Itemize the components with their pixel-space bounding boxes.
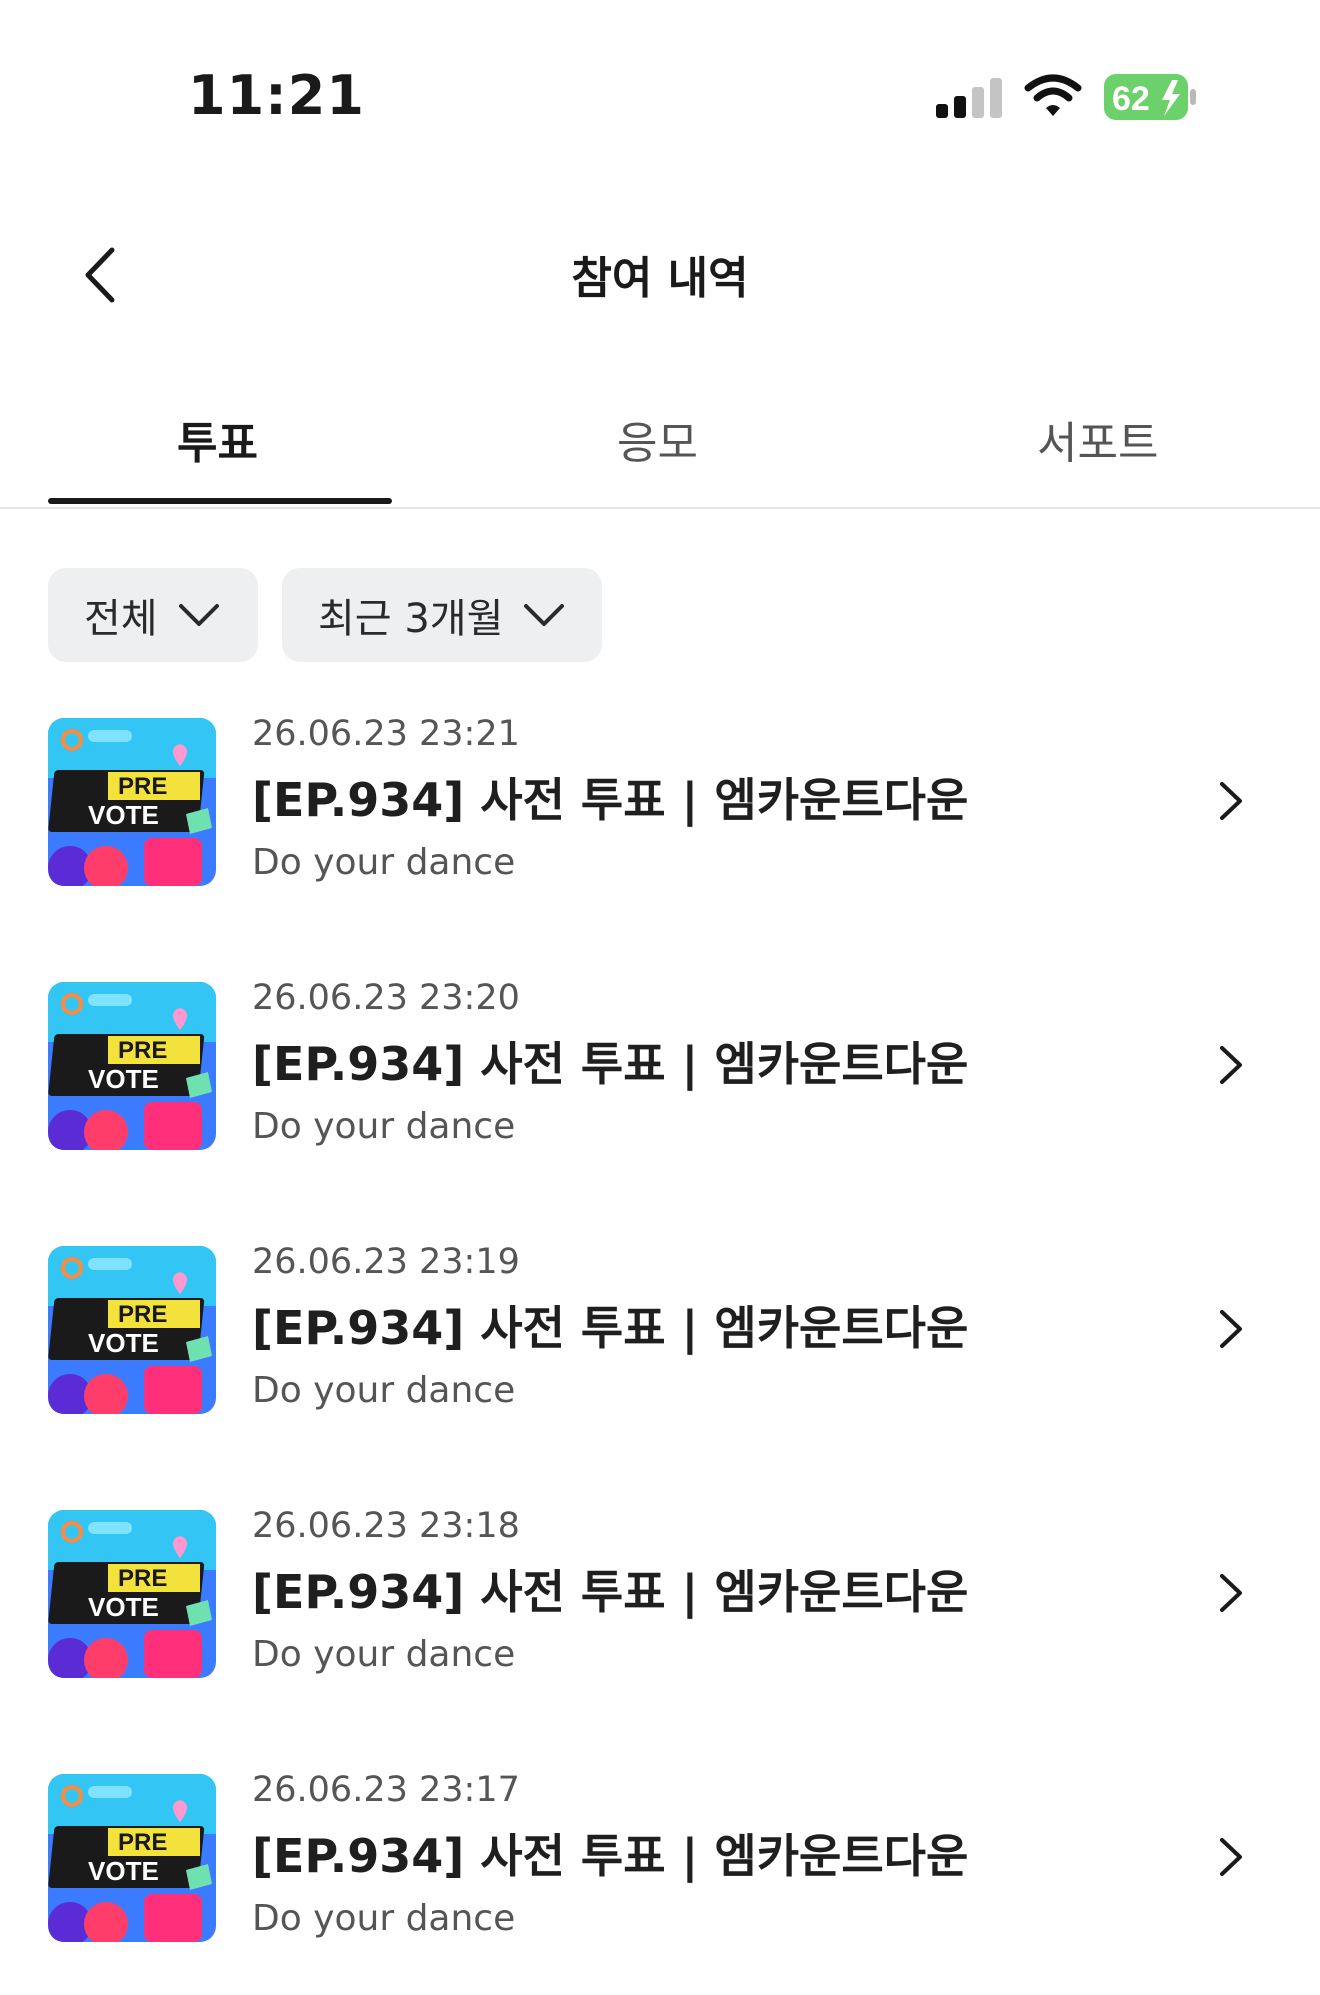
thumb-text-pre: PRE — [118, 1829, 167, 1856]
period-filter-dropdown[interactable]: 최근 3개월 — [282, 568, 602, 662]
pre-vote-thumbnail: PRE VOTE — [48, 718, 216, 886]
list-item[interactable]: PRE VOTE 26.06.23 23:21 [EP.934] 사전 투표 |… — [0, 700, 1320, 930]
item-subtitle: Do your dance — [252, 1370, 516, 1411]
item-date: 26.06.23 23:20 — [252, 978, 520, 1018]
battery-icon: 62 — [1104, 74, 1196, 120]
cellular-signal-icon — [936, 78, 1002, 118]
item-title: [EP.934] 사전 투표 | 엠카운트다운 — [252, 1829, 969, 1883]
chevron-right-icon — [1220, 1574, 1242, 1612]
chevron-right-icon — [1220, 1046, 1242, 1084]
chevron-right-icon — [1220, 1310, 1242, 1348]
tab-support[interactable]: 서포트 — [1037, 407, 1158, 471]
chevron-down-icon — [178, 604, 219, 626]
thumb-text-pre: PRE — [118, 1301, 167, 1328]
chevron-right-icon — [1220, 782, 1242, 820]
header: 참여 내역 — [0, 210, 1320, 330]
item-title: [EP.934] 사전 투표 | 엠카운트다운 — [252, 1565, 969, 1619]
thumb-text-vote: VOTE — [88, 1064, 159, 1094]
item-title: [EP.934] 사전 투표 | 엠카운트다운 — [252, 773, 969, 827]
pre-vote-thumbnail: PRE VOTE — [48, 982, 216, 1150]
list-item[interactable]: PRE VOTE 26.06.23 23:20 [EP.934] 사전 투표 |… — [0, 964, 1320, 1194]
pre-vote-thumbnail: PRE VOTE — [48, 1510, 216, 1678]
chevron-right-icon — [1220, 1838, 1242, 1876]
tab-entry[interactable]: 응모 — [617, 407, 698, 471]
item-date: 26.06.23 23:17 — [252, 1770, 520, 1810]
item-title: [EP.934] 사전 투표 | 엠카운트다운 — [252, 1037, 969, 1091]
item-date: 26.06.23 23:18 — [252, 1506, 520, 1546]
item-subtitle: Do your dance — [252, 1106, 516, 1147]
list-item[interactable]: PRE VOTE 26.06.23 23:18 [EP.934] 사전 투표 |… — [0, 1492, 1320, 1722]
active-tab-indicator — [48, 498, 392, 504]
battery-level: 62 — [1112, 80, 1150, 118]
period-filter-label: 최근 3개월 — [318, 596, 504, 642]
thumb-text-pre: PRE — [118, 773, 167, 800]
item-subtitle: Do your dance — [252, 842, 516, 883]
pre-vote-thumbnail: PRE VOTE — [48, 1774, 216, 1942]
page-title: 참여 내역 — [571, 253, 749, 304]
status-bar: 11:21 62 — [0, 0, 1320, 150]
thumb-text-pre: PRE — [118, 1037, 167, 1064]
thumb-text-vote: VOTE — [88, 1856, 159, 1886]
type-filter-dropdown[interactable]: 전체 — [48, 568, 258, 662]
tab-bar: 투표 응모 서포트 — [0, 385, 1320, 509]
thumb-text-vote: VOTE — [88, 800, 159, 830]
list-item[interactable]: PRE VOTE 26.06.23 23:17 [EP.934] 사전 투표 |… — [0, 1756, 1320, 1986]
thumb-text-pre: PRE — [118, 1565, 167, 1592]
wifi-icon — [1024, 74, 1082, 116]
item-subtitle: Do your dance — [252, 1898, 516, 1939]
item-date: 26.06.23 23:19 — [252, 1242, 520, 1282]
item-date: 26.06.23 23:21 — [252, 714, 520, 754]
thumb-text-vote: VOTE — [88, 1592, 159, 1622]
item-subtitle: Do your dance — [252, 1634, 516, 1675]
status-time: 11:21 — [188, 64, 365, 127]
chevron-down-icon — [524, 604, 565, 626]
thumb-text-vote: VOTE — [88, 1328, 159, 1358]
pre-vote-thumbnail: PRE VOTE — [48, 1246, 216, 1414]
type-filter-label: 전체 — [84, 596, 158, 642]
item-title: [EP.934] 사전 투표 | 엠카운트다운 — [252, 1301, 969, 1355]
tab-vote[interactable]: 투표 — [177, 407, 258, 471]
list-item[interactable]: PRE VOTE 26.06.23 23:19 [EP.934] 사전 투표 |… — [0, 1228, 1320, 1458]
